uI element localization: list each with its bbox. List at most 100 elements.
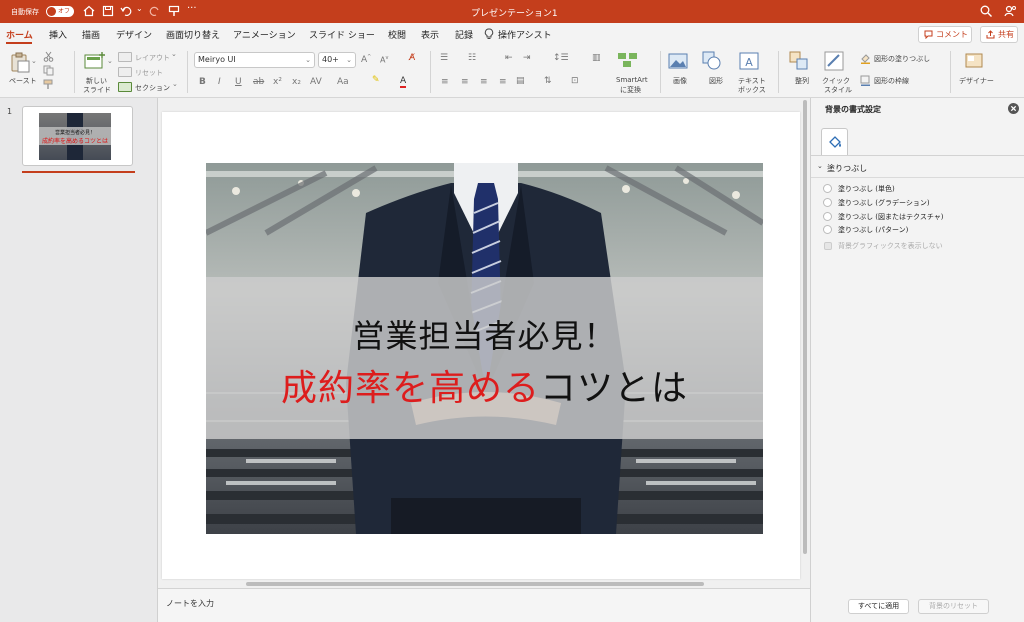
tab-insert[interactable]: 挿入 [49,28,67,41]
cut-icon[interactable] [43,51,54,62]
section-icon[interactable] [118,82,132,92]
shapes-icon[interactable] [702,51,722,71]
close-icon[interactable] [1008,103,1019,114]
shape-outline-icon[interactable] [860,75,871,86]
slide-title-line-2[interactable]: 成約率を高めるコツとは [206,359,763,411]
increase-indent-icon[interactable]: ⇥ [523,53,531,63]
align-right-icon[interactable]: ≡ [480,77,488,87]
new-slide-dropdown-icon[interactable]: ⌄ [107,57,113,65]
tab-review[interactable]: 校閲 [388,28,406,41]
clear-format-icon[interactable]: A̸ [409,53,415,63]
tab-home[interactable]: ホーム [6,28,33,41]
brush-icon[interactable] [43,79,54,90]
layout-icon[interactable] [118,52,132,62]
picture-icon[interactable] [668,52,688,70]
change-case-icon[interactable]: Aa [337,77,349,87]
fill-picture-label[interactable]: 塗りつぶし (図またはテクスチャ) [838,212,943,222]
account-icon[interactable] [1003,4,1017,18]
superscript-icon[interactable]: x² [273,77,282,87]
layout-dropdown-icon[interactable]: ⌄ [171,50,177,58]
subscript-icon[interactable]: x₂ [292,77,301,87]
quick-styles-icon[interactable] [824,51,844,71]
line-spacing-icon[interactable]: ↕☰ [553,53,569,63]
layout-label[interactable]: レイアウト [135,53,170,63]
fill-picture-radio[interactable] [823,212,832,221]
reset-background-button[interactable]: 背景のリセット [918,599,989,614]
arrange-icon[interactable] [789,51,809,71]
shape-outline-label[interactable]: 図形の枠線 [874,76,909,86]
underline-icon[interactable]: U [235,77,242,87]
more-icon[interactable]: ··· [187,3,197,14]
hide-graphics-label[interactable]: 背景グラフィックスを表示しない [838,241,943,251]
textbox-icon[interactable]: A [739,51,759,71]
align-center-icon[interactable]: ≡ [461,77,469,87]
shrink-font-icon[interactable]: Av [380,55,388,65]
format-painter-icon[interactable] [167,4,181,18]
vertical-scrollbar[interactable] [802,98,808,555]
section-dropdown-icon[interactable]: ⌄ [172,80,178,88]
justify-icon[interactable]: ≡ [499,77,507,87]
section-label[interactable]: セクション [135,83,170,93]
tab-record[interactable]: 記録 [455,28,473,41]
numbering-icon[interactable]: ☷ [468,53,476,63]
slide-thumbnail[interactable]: 営業担当者必見！ 成約率を高めるコツとは [22,106,133,166]
apply-to-all-button[interactable]: すべてに適用 [848,599,909,614]
share-button[interactable]: 共有 [980,26,1018,43]
align-text-icon[interactable]: ⊡ [571,76,579,86]
reset-icon[interactable] [118,67,132,77]
grow-font-icon[interactable]: A^ [361,54,371,65]
tell-me-search[interactable]: 操作アシスト [498,28,552,41]
slide-title-line-1[interactable]: 営業担当者必見！ [206,311,763,357]
tab-transitions[interactable]: 画面切り替え [166,28,220,41]
comment-button[interactable]: コメント [918,26,972,43]
shape-fill-icon[interactable] [860,53,871,64]
undo-dropdown-icon[interactable]: ⌄ [136,4,143,13]
hide-graphics-checkbox[interactable] [824,242,832,250]
paste-dropdown-icon[interactable]: ⌄ [31,57,37,65]
paste-icon[interactable] [9,51,31,73]
slide-canvas[interactable]: 営業担当者必見！ 成約率を高めるコツとは [162,112,800,579]
columns-icon[interactable]: ▥ [592,53,601,63]
redo-icon[interactable] [148,4,162,18]
reset-label[interactable]: リセット [135,68,163,78]
background-photo[interactable]: 営業担当者必見！ 成約率を高めるコツとは [206,163,763,534]
notes-pane[interactable]: ノートを入力 [158,588,810,622]
italic-icon[interactable]: I [218,77,221,87]
fill-section-header[interactable]: 塗りつぶし [827,163,867,174]
horizontal-scrollbar[interactable] [246,582,704,586]
align-left-icon[interactable]: ≡ [441,77,449,87]
fill-solid-label[interactable]: 塗りつぶし (単色) [838,184,895,194]
copy-icon[interactable] [43,65,54,76]
font-color-icon[interactable]: A [400,76,407,88]
tab-view[interactable]: 表示 [421,28,439,41]
char-spacing-icon[interactable]: AV [310,77,322,87]
fill-pattern-label[interactable]: 塗りつぶし (パターン) [838,225,908,235]
font-size-combo[interactable]: 40+ ⌄ [318,52,356,68]
smartart-icon[interactable] [617,51,639,69]
strikethrough-icon[interactable]: ab [253,77,264,87]
home-icon[interactable] [82,4,96,18]
save-icon[interactable] [101,4,115,18]
undo-icon[interactable] [119,4,133,18]
fill-pattern-radio[interactable] [823,225,832,234]
fill-gradient-radio[interactable] [823,198,832,207]
new-slide-icon[interactable] [84,51,106,71]
tab-animations[interactable]: アニメーション [233,28,296,41]
decrease-indent-icon[interactable]: ⇤ [505,53,513,63]
fill-solid-radio[interactable] [823,184,832,193]
vertical-scroll-thumb[interactable] [803,100,807,554]
tab-slideshow[interactable]: スライド ショー [309,28,375,41]
fill-gradient-label[interactable]: 塗りつぶし (グラデーション) [838,198,930,208]
tab-design[interactable]: デザイン [116,28,152,41]
distributed-icon[interactable]: ▤ [516,76,525,86]
tab-draw[interactable]: 描画 [82,28,100,41]
bullets-icon[interactable]: ☰ [440,53,448,63]
autosave-toggle[interactable]: オフ [46,6,74,17]
bold-icon[interactable]: B [199,77,206,87]
shape-fill-label[interactable]: 図形の塗りつぶし [874,54,930,64]
font-name-combo[interactable]: Meiryo UI ⌄ [194,52,315,68]
section-collapse-icon[interactable]: ⌄ [817,162,823,170]
search-icon[interactable] [979,4,993,18]
notes-placeholder[interactable]: ノートを入力 [166,598,214,609]
fill-tab[interactable] [821,128,848,155]
